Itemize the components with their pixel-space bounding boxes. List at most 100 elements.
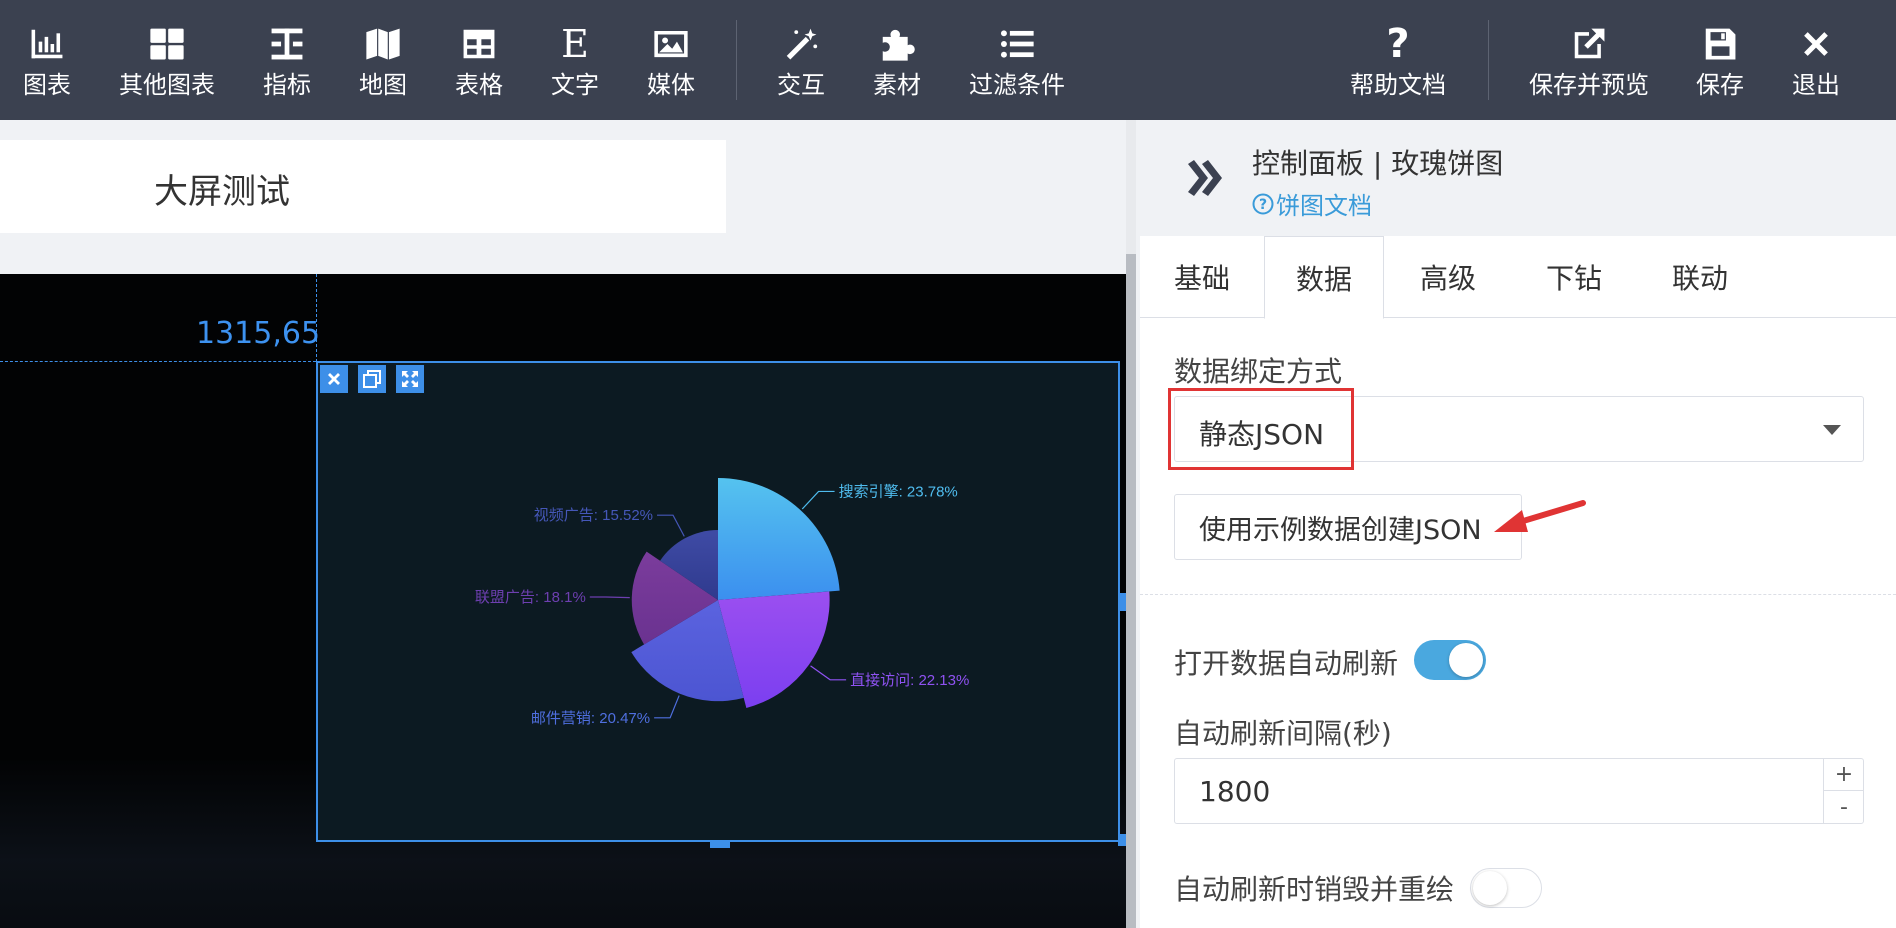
slice-label: 联盟广告: 18.1% <box>475 589 586 606</box>
screen-canvas[interactable]: 1315,65 搜索引擎: 23.78% 直接访问: 22.13% 邮件营销: 20… <box>0 274 1126 928</box>
indicator-icon <box>267 24 307 64</box>
toolbar-label: 过滤条件 <box>969 71 1065 99</box>
toolbar-label: 其他图表 <box>119 71 215 99</box>
bar-chart-icon <box>27 24 67 64</box>
toolbar-label: 地图 <box>359 71 407 99</box>
increment-button[interactable]: + <box>1824 759 1864 791</box>
section-divider <box>1140 594 1896 595</box>
toolbar-label: 保存 <box>1696 71 1744 99</box>
floppy-icon <box>1700 24 1740 64</box>
refresh-interval-value: 1800 <box>1199 775 1271 808</box>
label-leader-line <box>657 514 685 537</box>
create-sample-json-button[interactable]: 使用示例数据创建JSON <box>1174 494 1522 560</box>
slice-label: 视频广告: 15.52% <box>534 507 653 524</box>
binding-mode-label: 数据绑定方式 <box>1174 355 1343 388</box>
panel-header: 控制面板 | 玫瑰饼图 ? 饼图文档 <box>1140 120 1896 236</box>
destroy-redraw-label: 自动刷新时销毁并重绘 <box>1174 873 1455 906</box>
toolbar-divider <box>736 20 737 100</box>
auto-refresh-label: 打开数据自动刷新 <box>1174 647 1399 680</box>
toolbar-label: 图表 <box>23 71 71 99</box>
slice-label: 邮件营销: 20.47% <box>531 710 650 727</box>
canvas-scrollbar[interactable] <box>1126 254 1136 928</box>
toolbar-save-preview-button[interactable]: 保存并预览 <box>1529 0 1649 120</box>
slice-label: 搜索引擎: 23.78% <box>839 483 958 500</box>
puzzle-icon <box>877 24 917 64</box>
text-icon: E <box>561 22 589 66</box>
toolbar-exit-button[interactable]: 退出 <box>1792 0 1840 120</box>
destroy-redraw-toggle[interactable] <box>1470 868 1542 908</box>
tab-data[interactable]: 数据 <box>1264 236 1384 319</box>
toolbar-filter-button[interactable]: 过滤条件 <box>969 0 1065 120</box>
label-leader-line <box>810 665 847 681</box>
interval-stepper: + - <box>1823 759 1864 823</box>
decrement-button[interactable]: - <box>1824 791 1864 823</box>
question-circle-icon: ? <box>1252 193 1274 214</box>
tab-basic[interactable]: 基础 <box>1140 236 1264 318</box>
resize-handle-right[interactable] <box>1118 593 1126 611</box>
top-toolbar: 图表 其他图表 指标 地图 表格 E 文字 媒体 交互 素材 过滤条件 ? 帮助… <box>0 0 1896 120</box>
toolbar-interaction-button[interactable]: 交互 <box>777 0 825 120</box>
toolbar-divider <box>1488 20 1489 100</box>
label-leader-line <box>589 596 630 599</box>
toolbar-label: 帮助文档 <box>1350 71 1446 99</box>
annotation-arrow-icon <box>1494 500 1586 532</box>
toolbar-label: 交互 <box>777 71 825 99</box>
pie-doc-link[interactable]: ? 饼图文档 <box>1252 186 1372 221</box>
screen-title-card[interactable]: 大屏测试 <box>0 140 726 233</box>
tab-linkage[interactable]: 联动 <box>1636 236 1764 318</box>
toolbar-map-button[interactable]: 地图 <box>359 0 407 120</box>
toolbar-chart-button[interactable]: 图表 <box>23 0 71 120</box>
toolbar-other-charts-button[interactable]: 其他图表 <box>119 0 215 120</box>
toolbar-text-button[interactable]: E 文字 <box>551 0 599 120</box>
resize-handle-bottom[interactable] <box>710 840 730 848</box>
tab-drilldown[interactable]: 下钻 <box>1512 236 1636 318</box>
map-icon <box>363 24 403 64</box>
rose-pie-widget[interactable]: 搜索引擎: 23.78% 直接访问: 22.13% 邮件营销: 20.47% 联盟广告… <box>316 361 1126 848</box>
screen-title: 大屏测试 <box>154 172 290 212</box>
toolbar-table-button[interactable]: 表格 <box>455 0 503 120</box>
toggle-knob <box>1473 871 1507 905</box>
chevron-down-icon <box>1823 425 1841 435</box>
toolbar-label: 素材 <box>873 71 921 99</box>
toggle-knob <box>1449 643 1483 677</box>
pie-doc-link-label: 饼图文档 <box>1276 192 1372 220</box>
toolbar-indicator-button[interactable]: 指标 <box>263 0 311 120</box>
control-panel: 控制面板 | 玫瑰饼图 ? 饼图文档 基础 数据 高级 下钻 联动 数据绑定方式… <box>1140 120 1896 928</box>
svg-text:?: ? <box>1259 197 1267 213</box>
grid-icon <box>147 24 187 64</box>
double-chevron-right-icon[interactable] <box>1184 156 1228 200</box>
toolbar-help-button[interactable]: ? 帮助文档 <box>1350 0 1446 120</box>
canvas-scroll-track <box>1126 120 1136 254</box>
toolbar-label: 保存并预览 <box>1529 71 1649 99</box>
panel-title: 控制面板 | 玫瑰饼图 <box>1252 147 1504 180</box>
external-link-icon <box>1569 24 1609 64</box>
refresh-interval-input[interactable]: 1800 + - <box>1174 758 1864 824</box>
annotation-highlight-box <box>1168 388 1354 470</box>
close-icon <box>1796 24 1836 64</box>
table-icon <box>459 24 499 64</box>
rose-pie-chart: 搜索引擎: 23.78% 直接访问: 22.13% 邮件营销: 20.47% 联盟广告… <box>475 478 969 727</box>
slice-label: 直接访问: 22.13% <box>850 672 969 689</box>
toolbar-label: 媒体 <box>647 71 695 99</box>
toolbar-save-button[interactable]: 保存 <box>1696 0 1744 120</box>
coordinate-readout: 1315,65 <box>196 316 321 351</box>
toolbar-label: 指标 <box>263 71 311 99</box>
label-leader-line <box>654 695 680 719</box>
auto-refresh-toggle[interactable] <box>1414 640 1486 680</box>
tab-advanced[interactable]: 高级 <box>1384 236 1512 318</box>
pie-slice[interactable] <box>718 478 840 600</box>
resize-handle-corner[interactable] <box>1118 834 1126 846</box>
question-icon: ? <box>1386 21 1410 67</box>
toolbar-media-button[interactable]: 媒体 <box>647 0 695 120</box>
image-icon <box>651 24 691 64</box>
toolbar-label: 表格 <box>455 71 503 99</box>
toolbar-material-button[interactable]: 素材 <box>873 0 921 120</box>
label-leader-line <box>801 490 835 510</box>
list-icon <box>997 24 1037 64</box>
toolbar-label: 退出 <box>1792 71 1840 99</box>
toolbar-label: 文字 <box>551 71 599 99</box>
panel-tabs: 基础 数据 高级 下钻 联动 <box>1140 236 1896 319</box>
refresh-interval-label: 自动刷新间隔(秒) <box>1174 717 1392 750</box>
magic-wand-icon <box>781 24 821 64</box>
horizontal-guide-line <box>0 361 316 362</box>
